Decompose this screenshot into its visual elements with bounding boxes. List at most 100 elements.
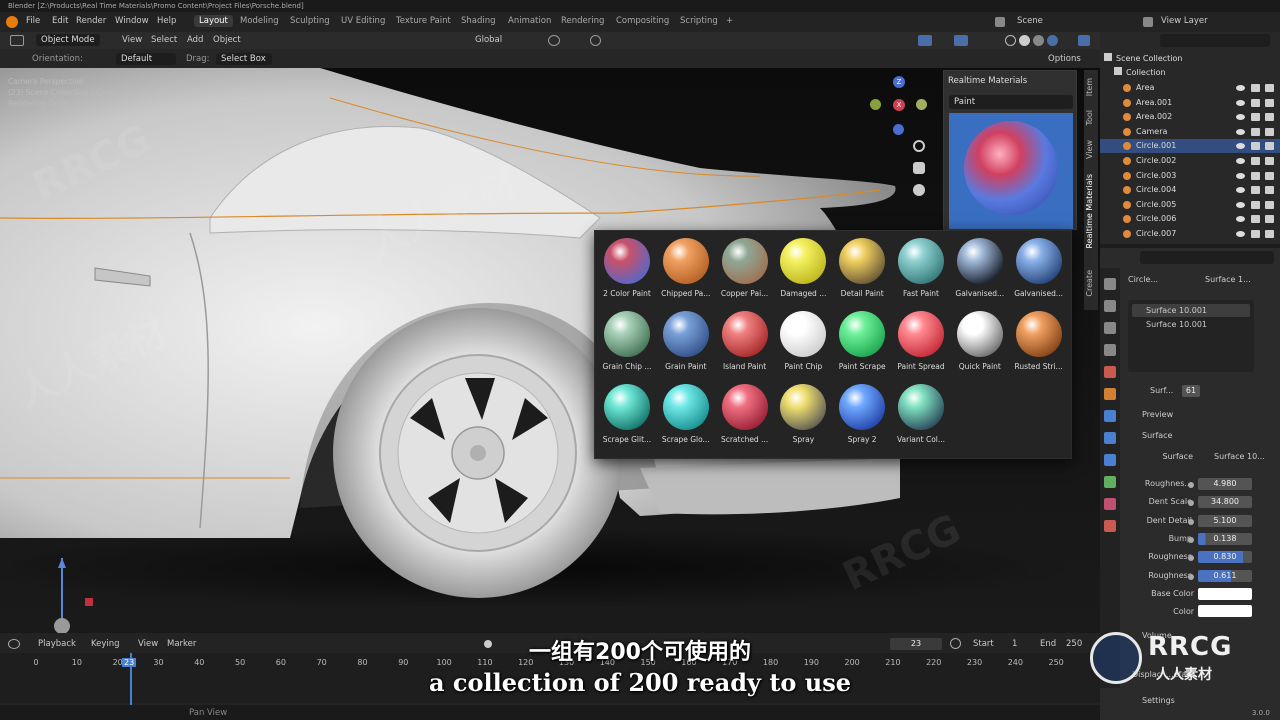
scene-selector[interactable]: Scene	[1017, 16, 1043, 26]
tab-sculpting[interactable]: Sculpting	[290, 16, 330, 26]
z-axis-icon[interactable]: Z	[893, 76, 905, 88]
holdout-icon[interactable]	[1265, 84, 1274, 92]
visibility-icon[interactable]	[1236, 172, 1245, 179]
material-thumbnail[interactable]: Copper Pai...	[717, 238, 773, 298]
material-thumbnail[interactable]: Rusted Stri...	[1011, 311, 1067, 371]
material-thumbnail[interactable]: Paint Spread	[893, 311, 949, 371]
navigation-gizmo[interactable]: Z X	[868, 76, 932, 140]
orientation-dropdown[interactable]: Default	[116, 53, 176, 65]
property-value-field[interactable]: 0.611	[1198, 569, 1252, 582]
rendered-shading-icon[interactable]	[1047, 35, 1058, 46]
outliner-search-input[interactable]	[1160, 34, 1270, 47]
property-value-field[interactable]: 34.800	[1198, 496, 1252, 509]
material-thumbnail[interactable]: Grain Chip ...	[599, 311, 655, 371]
outliner-item[interactable]: Area.002	[1100, 110, 1280, 124]
mode-dropdown[interactable]: Object Mode	[36, 34, 100, 46]
tab-tool[interactable]: Tool	[1085, 110, 1097, 126]
holdout-icon[interactable]	[1265, 215, 1274, 224]
holdout-icon[interactable]	[1265, 113, 1274, 122]
holdout-icon[interactable]	[1265, 98, 1274, 107]
modifier-tab-icon[interactable]	[1104, 410, 1116, 422]
outliner-item[interactable]: Circle.001	[1100, 139, 1280, 154]
tab-rendering[interactable]: Rendering	[561, 16, 604, 26]
material-thumbnail[interactable]: Variant Col...	[893, 384, 949, 444]
zoom-icon[interactable]	[913, 140, 925, 152]
material-thumbnail[interactable]: Galvanised...	[952, 238, 1008, 298]
holdout-icon[interactable]	[1265, 186, 1274, 195]
render-visibility-icon[interactable]	[1251, 157, 1260, 165]
outliner-item[interactable]: Area.001	[1100, 96, 1280, 110]
outliner-item[interactable]: Circle.004	[1100, 183, 1280, 197]
material-thumbnail[interactable]: Chipped Pa...	[658, 238, 714, 298]
menu-file[interactable]: File	[26, 16, 40, 26]
transform-orientation[interactable]: Global	[475, 35, 502, 45]
holdout-icon[interactable]	[1265, 171, 1274, 180]
surface-shader-field[interactable]: Surface 10...	[1214, 452, 1265, 461]
collection-row[interactable]: Collection	[1100, 66, 1280, 80]
scene-collection-row[interactable]: Scene Collection	[1100, 52, 1280, 66]
neg-y-axis-icon[interactable]	[916, 99, 927, 110]
constraints-tab-icon[interactable]	[1104, 476, 1116, 488]
pan-hand-icon[interactable]	[913, 162, 925, 174]
view-layer-selector[interactable]: View Layer	[1161, 16, 1208, 26]
property-value-field[interactable]: 0.138	[1198, 532, 1252, 545]
holdout-icon[interactable]	[1265, 200, 1274, 209]
add-workspace-icon[interactable]: +	[726, 16, 733, 26]
material-preview[interactable]	[949, 113, 1073, 229]
material-name-field[interactable]: Surf...	[1150, 386, 1173, 395]
tab-uv-editing[interactable]: UV Editing	[341, 16, 385, 26]
overlay-icon[interactable]	[954, 35, 968, 46]
material-thumbnail[interactable]: Scratched ...	[717, 384, 773, 444]
tab-create[interactable]: Create	[1085, 270, 1097, 297]
menu-add[interactable]: Add	[187, 35, 203, 45]
view-layer-tab-icon[interactable]	[1104, 344, 1116, 356]
menu-edit[interactable]: Edit	[52, 16, 68, 26]
proportional-edit-icon[interactable]	[590, 35, 601, 46]
outliner-item[interactable]: Circle.007	[1100, 227, 1280, 241]
gizmo-icon[interactable]	[918, 35, 932, 46]
holdout-icon[interactable]	[1265, 157, 1274, 165]
snap-icon[interactable]	[548, 35, 560, 46]
visibility-icon[interactable]	[1236, 201, 1245, 208]
material-thumbnail[interactable]: Detail Paint	[834, 238, 890, 298]
drag-dropdown[interactable]: Select Box	[216, 53, 272, 65]
holdout-icon[interactable]	[1265, 127, 1274, 136]
tool-tab-icon[interactable]	[1104, 278, 1116, 290]
render-visibility-icon[interactable]	[1251, 127, 1260, 136]
base-color-swatch[interactable]	[1198, 588, 1252, 600]
visibility-icon[interactable]	[1236, 187, 1245, 194]
outliner-item[interactable]: Circle.003	[1100, 169, 1280, 183]
wireframe-shading-icon[interactable]	[1005, 35, 1016, 46]
material-shading-icon[interactable]	[1033, 35, 1044, 46]
visibility-icon[interactable]	[1236, 231, 1245, 237]
material-thumbnail[interactable]: Scrape Glo...	[658, 384, 714, 444]
render-visibility-icon[interactable]	[1251, 98, 1260, 107]
tab-layout[interactable]: Layout	[194, 15, 233, 27]
tab-realtime-materials[interactable]: Realtime Materials	[1085, 174, 1097, 249]
tab-scripting[interactable]: Scripting	[680, 16, 718, 26]
outliner-item[interactable]: Circle.006	[1100, 212, 1280, 226]
pause-render-icon[interactable]	[1078, 35, 1090, 46]
object-tab-icon[interactable]	[1104, 388, 1116, 400]
menu-view[interactable]: View	[122, 35, 142, 45]
menu-render[interactable]: Render	[76, 16, 106, 26]
material-thumbnail[interactable]: Galvanised...	[1011, 238, 1067, 298]
scene-tab-icon[interactable]	[1104, 366, 1116, 378]
camera-view-icon[interactable]	[913, 184, 925, 196]
outliner-item[interactable]: Area	[1100, 81, 1280, 95]
x-axis-icon[interactable]: X	[893, 99, 905, 111]
menu-object[interactable]: Object	[213, 35, 241, 45]
texture-tab-icon[interactable]	[1104, 520, 1116, 532]
material-thumbnail[interactable]: Paint Chip	[775, 311, 831, 371]
visibility-icon[interactable]	[1236, 128, 1245, 135]
visibility-icon[interactable]	[1236, 85, 1245, 91]
menu-help[interactable]: Help	[157, 16, 176, 26]
menu-window[interactable]: Window	[115, 16, 149, 26]
outliner-item[interactable]: Circle.002	[1100, 154, 1280, 168]
visibility-icon[interactable]	[1236, 216, 1245, 223]
material-thumbnail[interactable]: Damaged ...	[775, 238, 831, 298]
material-slot[interactable]: Surface 10.001	[1132, 318, 1207, 331]
material-thumbnail[interactable]: Island Paint	[717, 311, 773, 371]
property-value-field[interactable]: 0.830	[1198, 551, 1252, 564]
visibility-icon[interactable]	[1236, 158, 1245, 164]
